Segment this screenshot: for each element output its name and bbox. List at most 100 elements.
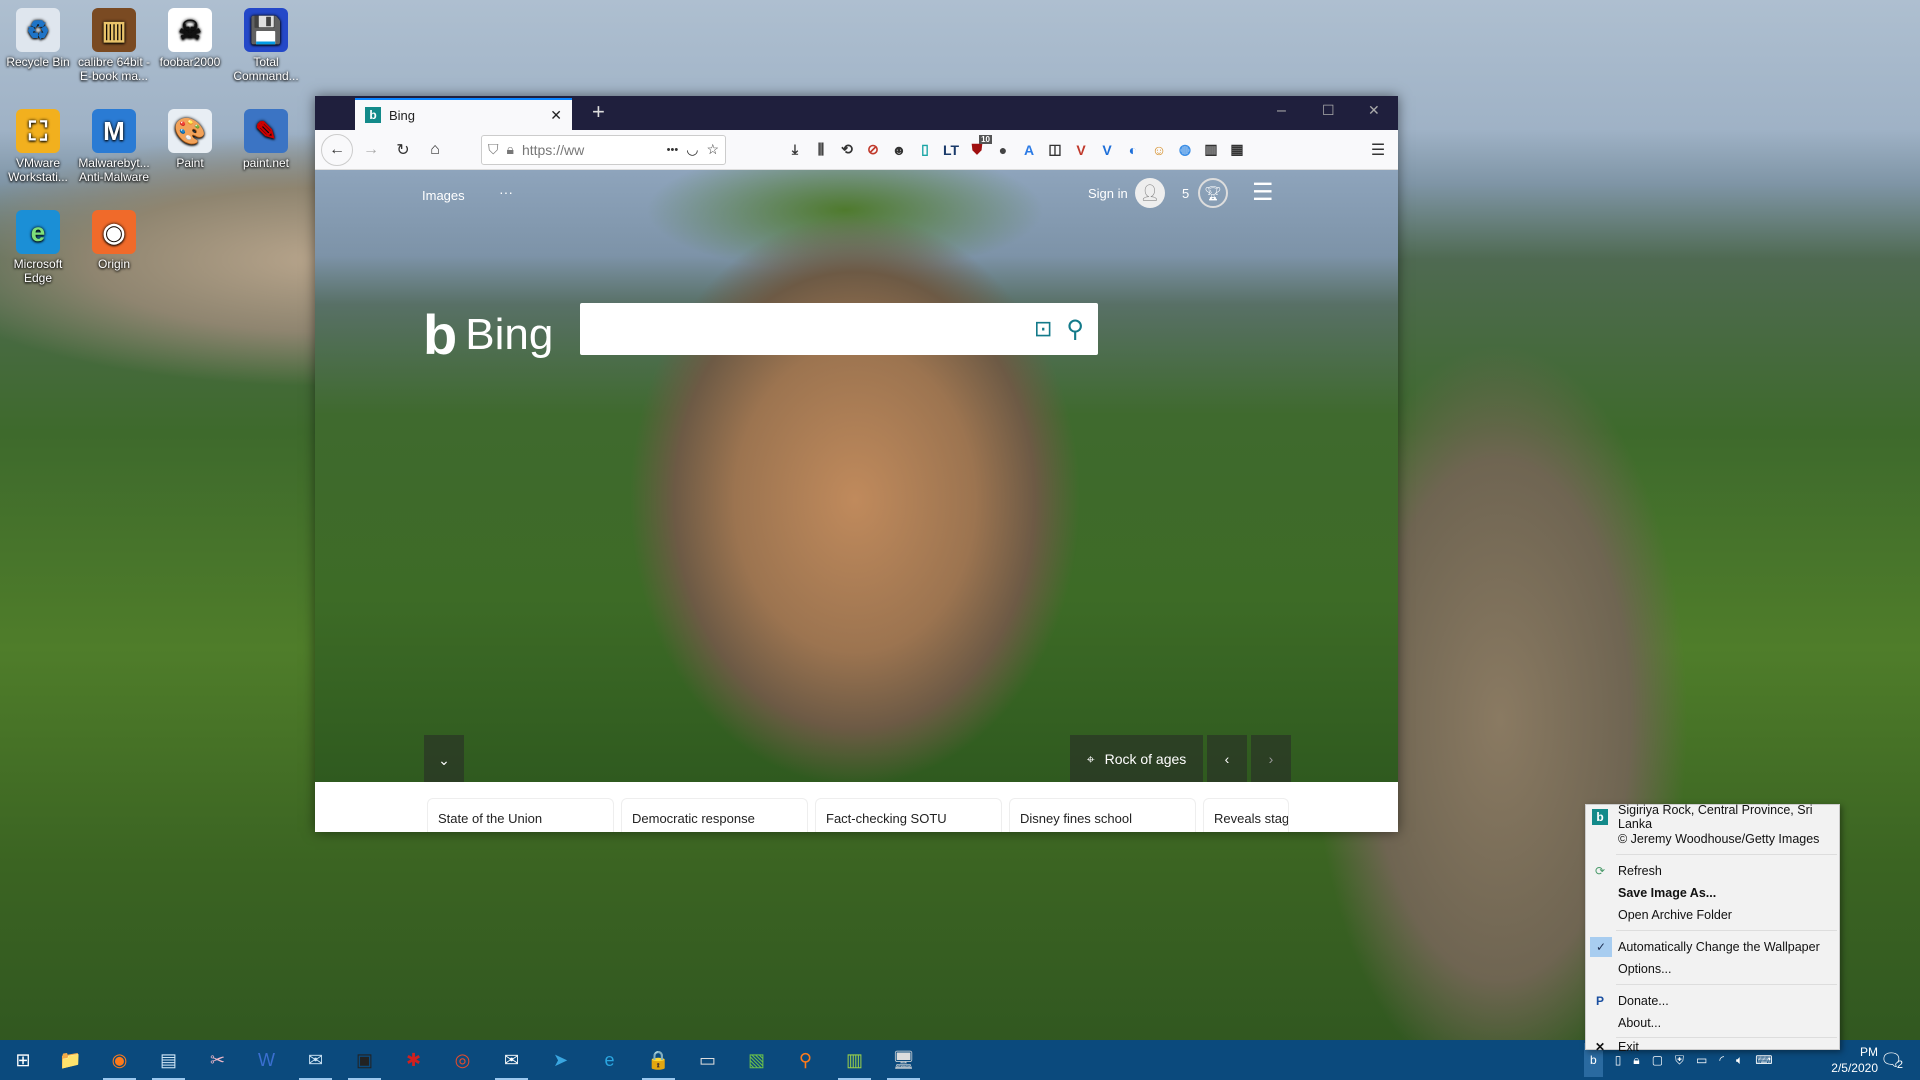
back-button[interactable]: ← [321, 133, 353, 166]
desktop-icon[interactable]: ◉ Origin [76, 210, 152, 271]
desktop-icon[interactable]: e Microsoft Edge [0, 210, 76, 285]
location-button[interactable]: ⌖ Rock of ages [1070, 735, 1203, 782]
pocket-icon[interactable]: ◡ [686, 141, 698, 158]
cookie-icon[interactable]: ● [990, 137, 1016, 163]
library-icon[interactable]: ⫼ [808, 137, 834, 163]
word-icon[interactable]: W [242, 1040, 291, 1080]
monkey-icon[interactable]: ☺ [1146, 137, 1172, 163]
news-card[interactable]: Fact-checking SOTU [815, 798, 1002, 832]
action-center-button[interactable]: 🗨︎ 2 [1880, 1040, 1903, 1080]
desktop-icon[interactable]: ⛶ VMware Workstati... [0, 109, 76, 184]
news-card[interactable]: Democratic response [621, 798, 808, 832]
sync-icon[interactable]: ⟲ [834, 137, 860, 163]
menu-hamburger-icon[interactable]: ☰ [1364, 136, 1392, 164]
window-tray-icon[interactable]: ▢ [1652, 1053, 1663, 1067]
menu-options[interactable]: Options... [1586, 958, 1839, 980]
globe-icon[interactable]: ◍ [1172, 137, 1198, 163]
tool-red-icon[interactable]: ✱ [389, 1040, 438, 1080]
chrome-icon[interactable]: ◎ [438, 1040, 487, 1080]
desktop-icon[interactable]: ♻ Recycle Bin [0, 8, 76, 69]
minimize-button[interactable]: – [1277, 102, 1286, 120]
menu-save-image[interactable]: Save Image As... [1586, 882, 1839, 904]
vpn-icon[interactable]: 🔒 [634, 1040, 683, 1080]
previous-image-button[interactable]: ‹ [1207, 735, 1247, 782]
sidebar-icon[interactable]: ◫ [1042, 137, 1068, 163]
search-app-icon[interactable]: ⚲ [781, 1040, 830, 1080]
menu-donate[interactable]: P Donate... [1586, 990, 1839, 1012]
url-text[interactable]: https://ww [522, 142, 659, 158]
file-explorer-icon[interactable]: 📁 [46, 1040, 95, 1080]
terminal-icon[interactable]: ▣ [340, 1040, 389, 1080]
desktop-icon[interactable]: ☠ foobar2000 [152, 8, 228, 69]
defender-icon[interactable]: ⛨ [1675, 1053, 1684, 1068]
news-card[interactable]: Disney fines school [1009, 798, 1196, 832]
search-icon[interactable]: ⚲ [1066, 315, 1084, 344]
url-bar[interactable]: ⛉ 🔒︎ https://ww ••• ◡ ☆ [481, 134, 726, 165]
reload-button[interactable]: ↻ [389, 136, 417, 164]
bookmark-icon[interactable]: ▯ [912, 137, 938, 163]
menu-about[interactable]: About... [1586, 1012, 1839, 1034]
close-window-button[interactable]: ✕ [1368, 102, 1380, 119]
notepadpp-icon[interactable]: ▥ [830, 1040, 879, 1080]
desktop-icon[interactable]: 💾 Total Command... [228, 8, 304, 83]
new-tab-button[interactable]: + [592, 99, 605, 125]
sign-in-link[interactable]: Sign in [1088, 186, 1128, 201]
grid-plus-icon[interactable]: ▦ [1224, 137, 1250, 163]
keyboard-icon[interactable]: ⌨ [1755, 1053, 1772, 1067]
wifi-icon[interactable]: ◜ [1719, 1053, 1724, 1067]
mail-icon[interactable]: ✉ [487, 1040, 536, 1080]
start-icon[interactable]: ⊞ [0, 1040, 46, 1080]
v-blue-icon[interactable]: V [1094, 137, 1120, 163]
vivaldi-v-icon[interactable]: V [1068, 137, 1094, 163]
home-button[interactable]: ⌂ [421, 136, 449, 164]
firefox-icon[interactable]: ◉ [95, 1040, 144, 1080]
blocker-icon[interactable]: ⊘ [860, 137, 886, 163]
scroll-down-button[interactable]: ⌄ [424, 735, 464, 782]
battery-icon[interactable]: ▭ [1696, 1053, 1707, 1067]
menu-auto-change[interactable]: ✓ Automatically Change the Wallpaper [1586, 936, 1839, 958]
barcode-icon[interactable]: ▥ [1198, 137, 1224, 163]
languagetool-icon[interactable]: LT [938, 137, 964, 163]
tab-bing[interactable]: b Bing ✕ [355, 98, 572, 130]
page-actions-button[interactable]: ••• [667, 144, 679, 156]
mail-client-icon[interactable]: ✉ [291, 1040, 340, 1080]
shield-icon[interactable]: ⛉ [488, 141, 499, 158]
maximize-button[interactable]: ☐ [1322, 102, 1335, 119]
avatar[interactable]: 👤︎ [1135, 178, 1165, 208]
news-card[interactable]: State of the Union [427, 798, 614, 832]
close-tab-icon[interactable]: ✕ [550, 107, 562, 124]
bing-menu-icon[interactable]: ☰ [1252, 178, 1274, 207]
ublock-icon[interactable]: ⛊ 10 [964, 134, 992, 163]
telegram-icon[interactable]: ➤ [536, 1040, 585, 1080]
snip-icon[interactable]: ✂ [193, 1040, 242, 1080]
edge-icon[interactable]: e [585, 1040, 634, 1080]
menu-refresh[interactable]: ⟳ Refresh [1586, 860, 1839, 882]
menu-copyright[interactable]: © Jeremy Woodhouse/Getty Images [1586, 828, 1839, 850]
search-input[interactable] [580, 303, 1034, 355]
download-icon[interactable]: ⤓ [782, 137, 808, 163]
volume-icon[interactable]: 🔈︎ [1736, 1053, 1743, 1068]
lock-tray-icon[interactable]: 🔒︎ [1633, 1053, 1639, 1068]
nav-images-link[interactable]: Images [422, 188, 465, 203]
next-image-button[interactable]: › [1251, 735, 1291, 782]
menu-open-archive[interactable]: Open Archive Folder [1586, 904, 1839, 926]
desktop-icon[interactable]: M Malwarebyt... Anti-Malware [76, 109, 152, 184]
desktop-icon[interactable]: 🎨 Paint [152, 109, 228, 170]
desktop-icon[interactable]: ✎ paint.net [228, 109, 304, 170]
computer-icon[interactable]: 🖥 [879, 1040, 928, 1080]
circle-blue-icon[interactable]: ◐ [1120, 137, 1146, 163]
menu-exit[interactable]: ✕ Exit [1586, 1040, 1839, 1054]
translate-icon[interactable]: A [1016, 137, 1042, 163]
menu-image-title[interactable]: b Sigiriya Rock, Central Province, Sri L… [1586, 803, 1839, 831]
bookmark-star-icon[interactable]: ☆ [706, 141, 719, 158]
desktop-icon[interactable]: ▥ calibre 64bit - E-book ma... [76, 8, 152, 83]
ghost-icon[interactable]: ☻ [886, 137, 912, 163]
tablet-icon[interactable]: ▯ [1615, 1053, 1622, 1067]
nav-more-button[interactable]: ··· [499, 184, 513, 200]
notepad-icon[interactable]: ▤ [144, 1040, 193, 1080]
rss-icon[interactable]: ▧ [732, 1040, 781, 1080]
forward-button[interactable]: → [357, 136, 385, 164]
news-card[interactable]: Reveals stage [1203, 798, 1289, 832]
rewards-trophy-icon[interactable]: 🏆︎ [1198, 178, 1228, 208]
monitor-icon[interactable]: ▭ [683, 1040, 732, 1080]
